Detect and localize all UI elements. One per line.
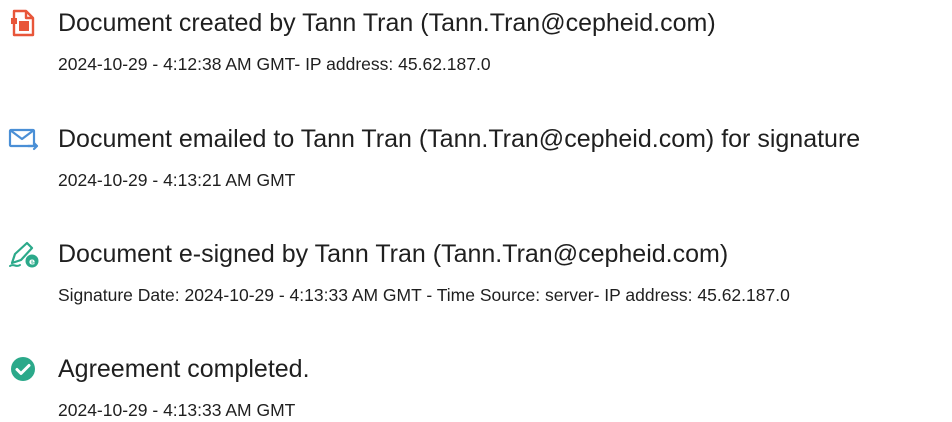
svg-text:e: e: [29, 258, 35, 268]
event-title: Document e-signed by Tann Tran (Tann.Tra…: [58, 240, 729, 268]
event-detail: 2024-10-29 - 4:13:21 AM GMT: [58, 170, 296, 190]
e-sign-pen-icon: e: [8, 239, 40, 269]
event-title: Document emailed to Tann Tran (Tann.Tran…: [58, 125, 861, 153]
email-sent-icon: [8, 124, 40, 154]
event-detail: 2024-10-29 - 4:12:38 AM GMT- IP address:…: [58, 54, 491, 74]
event-title: Document created by Tann Tran (Tann.Tran…: [58, 9, 716, 37]
event-title: Agreement completed.: [58, 355, 310, 383]
document-created-icon: [8, 8, 40, 38]
event-detail: Signature Date: 2024-10-29 - 4:13:33 AM …: [58, 285, 790, 305]
check-circle-icon: [8, 354, 40, 384]
event-detail: 2024-10-29 - 4:13:33 AM GMT: [58, 400, 296, 420]
